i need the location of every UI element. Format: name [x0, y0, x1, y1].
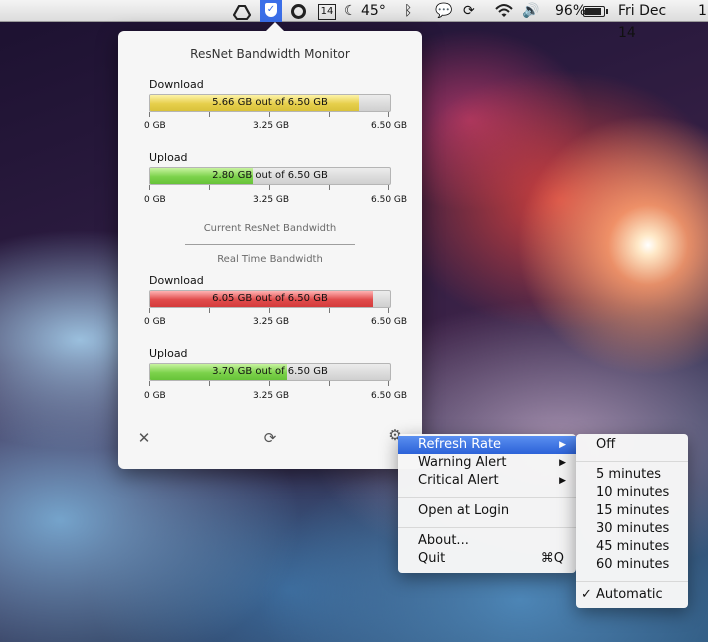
submenu-item-60-minutes[interactable]: 60 minutes [576, 556, 688, 574]
menu-separator [576, 581, 688, 582]
menu-item-label: Refresh Rate [418, 437, 502, 452]
realtime-download-text: 6.05 GB out of 6.50 GB [212, 293, 328, 304]
menu-separator [398, 527, 576, 528]
menu-item-quit[interactable]: Quit ⌘Q [398, 550, 576, 568]
bandwidth-monitor-panel: ResNet Bandwidth Monitor Download 5.66 G… [118, 22, 422, 469]
submenu-arrow-icon: ▶ [559, 458, 566, 468]
menu-item-critical-alert[interactable]: Critical Alert ▶ [398, 472, 576, 490]
upload-label: Upload [149, 151, 188, 164]
menu-item-label: Quit [418, 551, 446, 566]
scale-max: 6.50 GB [371, 317, 408, 327]
scale-ticks [149, 308, 389, 314]
realtime-download-label: Download [149, 274, 204, 287]
menu-item-warning-alert[interactable]: Warning Alert ▶ [398, 454, 576, 472]
realtime-upload-bar: 3.70 GB out of 6.50 GB [149, 363, 391, 381]
scale-mid: 3.25 GB [253, 121, 290, 131]
battery-icon[interactable] [583, 6, 608, 17]
scale-mid: 3.25 GB [253, 391, 290, 401]
calendar-icon[interactable]: 14 [318, 4, 336, 20]
menu-separator [576, 461, 688, 462]
scale-ticks [149, 112, 389, 118]
download-label: Download [149, 78, 204, 91]
menu-item-refresh-rate[interactable]: Refresh Rate ▶ [398, 436, 576, 454]
menubar-date[interactable]: Fri Dec 14 [618, 0, 688, 41]
menubar-time[interactable]: 11 [698, 0, 708, 22]
checkmark-icon: ✓ [581, 587, 592, 602]
scale-min: 0 GB [144, 121, 166, 131]
submenu-item-30-minutes[interactable]: 30 minutes [576, 520, 688, 538]
scale-mid: 3.25 GB [253, 317, 290, 327]
google-drive-icon[interactable] [232, 0, 252, 22]
download-usage-text: 5.66 GB out of 6.50 GB [212, 97, 328, 108]
scale-min: 0 GB [144, 391, 166, 401]
upload-usage-bar: 2.80 GB out of 6.50 GB [149, 167, 391, 185]
scale-mid: 3.25 GB [253, 195, 290, 205]
weather-moon-icon[interactable]: ☾ 45° [344, 0, 394, 22]
quit-shortcut: ⌘Q [540, 551, 564, 566]
download-usage-bar: 5.66 GB out of 6.50 GB [149, 94, 391, 112]
realtime-upload-text: 3.70 GB out of 6.50 GB [212, 366, 328, 377]
section-divider [185, 244, 355, 245]
settings-menu: Refresh Rate ▶ Warning Alert ▶ Critical … [398, 434, 576, 573]
scale-ticks [149, 381, 389, 387]
scale-max: 6.50 GB [371, 195, 408, 205]
wifi-icon[interactable] [494, 0, 514, 22]
volume-icon[interactable]: 🔊 [522, 0, 542, 22]
submenu-item-automatic[interactable]: ✓ Automatic [576, 586, 688, 604]
menu-bar: ✓ 14 ☾ 45° ᛒ 💬 ⟳ 🔊 96% Fri Dec 14 11 [0, 0, 708, 41]
realtime-upload-label: Upload [149, 347, 188, 360]
scale-max: 6.50 GB [371, 391, 408, 401]
scale-max: 6.50 GB [371, 121, 408, 131]
realtime-download-bar: 6.05 GB out of 6.50 GB [149, 290, 391, 308]
submenu-item-15-minutes[interactable]: 15 minutes [576, 502, 688, 520]
menu-item-open-at-login[interactable]: Open at Login [398, 502, 576, 520]
menu-item-about[interactable]: About... [398, 532, 576, 550]
refresh-icon[interactable]: ⟳ [261, 429, 279, 447]
sync-icon[interactable]: ⟳ [463, 0, 483, 22]
scale-min: 0 GB [144, 195, 166, 205]
submenu-arrow-icon: ▶ [559, 440, 566, 450]
menu-item-label: About... [418, 533, 469, 548]
refresh-rate-submenu: Off 5 minutes 10 minutes 15 minutes 30 m… [576, 434, 688, 608]
menu-item-label: Automatic [596, 587, 663, 602]
submenu-item-10-minutes[interactable]: 10 minutes [576, 484, 688, 502]
menu-item-label: Warning Alert [418, 455, 507, 470]
bluetooth-icon[interactable]: ᛒ [404, 0, 418, 22]
panel-title: ResNet Bandwidth Monitor [190, 47, 350, 61]
resnet-monitor-status-icon[interactable]: ✓ [260, 0, 282, 22]
submenu-item-45-minutes[interactable]: 45 minutes [576, 538, 688, 556]
current-bandwidth-caption: Current ResNet Bandwidth [203, 223, 337, 234]
battery-percentage[interactable]: 96% [555, 0, 586, 22]
close-icon[interactable]: ✕ [135, 429, 153, 447]
weather-temperature: 45° [361, 3, 386, 19]
menu-item-label: Open at Login [418, 503, 510, 518]
realtime-bandwidth-caption: Real Time Bandwidth [217, 254, 323, 265]
submenu-item-off[interactable]: Off [576, 436, 688, 454]
menu-separator [398, 497, 576, 498]
scale-min: 0 GB [144, 317, 166, 327]
menu-item-label: Critical Alert [418, 473, 499, 488]
submenu-item-5-minutes[interactable]: 5 minutes [576, 466, 688, 484]
search-q-icon[interactable] [288, 0, 308, 22]
submenu-arrow-icon: ▶ [559, 476, 566, 486]
scale-ticks [149, 185, 389, 191]
chat-bubble-icon[interactable]: 💬 [435, 0, 455, 22]
upload-usage-text: 2.80 GB out of 6.50 GB [212, 170, 328, 181]
